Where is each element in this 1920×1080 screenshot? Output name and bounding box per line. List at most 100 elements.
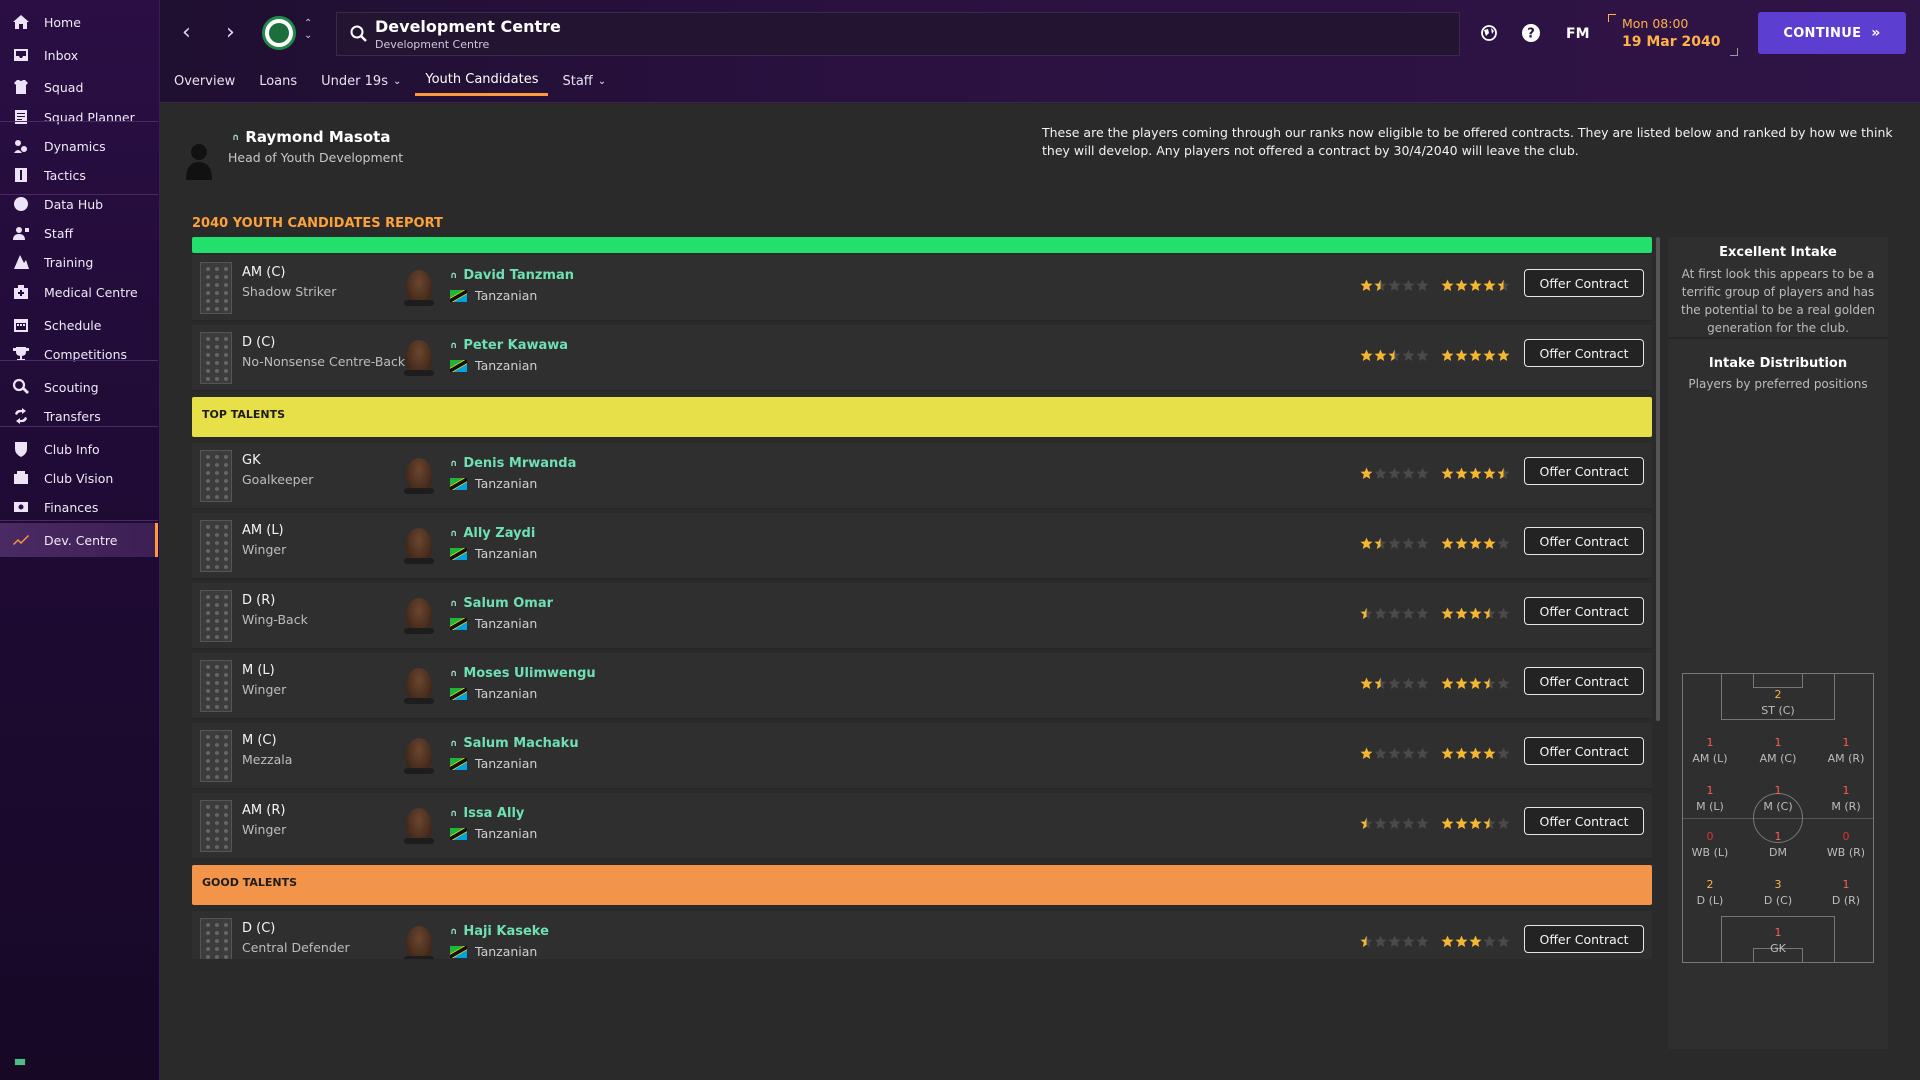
- player-photo[interactable]: [404, 738, 434, 774]
- star-icon: [1402, 745, 1415, 759]
- position-zone-m-l[interactable]: 1 M (L): [1687, 784, 1733, 824]
- intro-text: These are the players coming through our…: [1042, 125, 1893, 158]
- player-name[interactable]: ∩ Ally Zaydi: [450, 526, 535, 541]
- sidebar-item-transfers[interactable]: Transfers: [0, 399, 158, 433]
- player-photo[interactable]: [404, 270, 434, 306]
- player-photo[interactable]: [404, 808, 434, 844]
- position-zone-gk[interactable]: 1 GK: [1755, 926, 1801, 966]
- position-zone-dm[interactable]: 1 DM: [1755, 830, 1801, 870]
- table-row[interactable]: AM (R) Winger ∩ Issa Ally Tanzanian Offer Con…: [192, 793, 1652, 859]
- sidebar-item-label: Training: [44, 254, 94, 270]
- table-row[interactable]: AM (L) Winger ∩ Ally Zaydi Tanzanian Offer Co…: [192, 513, 1652, 579]
- position-zone-d-c[interactable]: 3 D (C): [1755, 878, 1801, 918]
- tab-staff[interactable]: Staff ⌄: [552, 66, 616, 96]
- chevron-down-icon: ⌄: [392, 75, 402, 87]
- help-icon[interactable]: ?: [1520, 22, 1542, 44]
- table-row[interactable]: M (L) Winger ∩ Moses Ulimwengu Tanzanian Offe…: [192, 653, 1652, 719]
- player-photo[interactable]: [404, 598, 434, 634]
- player-name[interactable]: ∩ Issa Ally: [450, 806, 524, 821]
- table-row[interactable]: D (R) Wing-Back ∩ Salum Omar Tanzanian Offer …: [192, 583, 1652, 649]
- player-name[interactable]: ∩ Salum Machaku: [450, 736, 579, 751]
- club-badge-icon[interactable]: [262, 16, 296, 50]
- position-count: 0: [1842, 830, 1850, 843]
- table-row[interactable]: M (C) Mezzala ∩ Salum Machaku Tanzanian Offer…: [192, 723, 1652, 789]
- staff-avatar[interactable]: [184, 140, 214, 180]
- transfers-icon: [10, 405, 32, 427]
- club-info-icon: [10, 438, 32, 460]
- player-nationality: Tanzanian: [450, 616, 537, 631]
- table-row[interactable]: GK Goalkeeper ∩ Denis Mrwanda Tanzanian Offer…: [192, 443, 1652, 509]
- player-photo[interactable]: [404, 926, 434, 959]
- continue-button[interactable]: CONTINUE »: [1758, 12, 1906, 54]
- player-name[interactable]: ∩ Peter Kawawa: [450, 338, 568, 353]
- offer-contract-button[interactable]: Offer Contract: [1524, 527, 1644, 555]
- player-photo[interactable]: [404, 458, 434, 494]
- player-name[interactable]: ∩ David Tanzman: [450, 268, 574, 283]
- position-count: 1: [1842, 784, 1850, 797]
- sidebar-item-home[interactable]: Home: [0, 5, 158, 39]
- sidebar-item-label: Dynamics: [44, 138, 106, 154]
- player-photo[interactable]: [404, 528, 434, 564]
- tab-under-19s[interactable]: Under 19s ⌄: [311, 66, 411, 96]
- world-icon[interactable]: [1478, 22, 1500, 44]
- sidebar-item-squad[interactable]: Squad: [0, 70, 158, 104]
- star-icon: [1455, 347, 1468, 361]
- star-icon: [1441, 605, 1454, 619]
- table-row[interactable]: D (C) Central Defender ∩ Haji Kaseke Tanzani…: [192, 911, 1652, 959]
- position-zone-d-r[interactable]: 1 D (R): [1823, 878, 1869, 918]
- back-arrow-icon[interactable]: ‹: [182, 20, 191, 45]
- sidebar-item-finances[interactable]: Finances: [0, 490, 158, 524]
- player-photo[interactable]: [404, 340, 434, 376]
- position-zone-wb-l[interactable]: 0 WB (L): [1687, 830, 1733, 870]
- position-zone-am-r[interactable]: 1 AM (R): [1823, 736, 1869, 776]
- position-zone-am-l[interactable]: 1 AM (L): [1687, 736, 1733, 776]
- sidebar-item-dev-centre[interactable]: Dev. Centre: [0, 523, 158, 557]
- star-icon: [1360, 675, 1373, 689]
- current-ability-stars: [1360, 465, 1430, 479]
- player-name[interactable]: ∩ Denis Mrwanda: [450, 456, 576, 471]
- date-time: Mon 08:00: [1622, 16, 1689, 31]
- sidebar-item-medical-centre[interactable]: Medical Centre: [0, 275, 158, 309]
- sidebar-item-competitions[interactable]: Competitions: [0, 337, 158, 371]
- tab-youth-candidates[interactable]: Youth Candidates: [415, 66, 549, 96]
- group-band-good-talents: GOOD TALENTS: [192, 865, 1652, 905]
- staff-name[interactable]: ∩ Raymond Masota: [232, 128, 390, 146]
- player-name[interactable]: ∩ Haji Kaseke: [450, 924, 549, 939]
- offer-contract-button[interactable]: Offer Contract: [1524, 667, 1644, 695]
- offer-contract-button[interactable]: Offer Contract: [1524, 339, 1644, 367]
- offer-contract-button[interactable]: Offer Contract: [1524, 597, 1644, 625]
- player-name[interactable]: ∩ Salum Omar: [450, 596, 553, 611]
- table-row[interactable]: AM (C) Shadow Striker ∩ David Tanzman Tanzan…: [192, 255, 1652, 321]
- tab-loans[interactable]: Loans: [249, 66, 307, 96]
- table-row[interactable]: D (C) No-Nonsense Centre-Back ∩ Peter Kawaw…: [192, 325, 1652, 391]
- player-photo[interactable]: [404, 668, 434, 704]
- position-zone-st-c[interactable]: 2 ST (C): [1755, 688, 1801, 728]
- offer-contract-button[interactable]: Offer Contract: [1524, 925, 1644, 953]
- sidebar-item-training[interactable]: Training: [0, 245, 158, 279]
- club-switch-arrows-icon[interactable]: ⌃ ⌄: [304, 18, 312, 42]
- star-icon: [1483, 675, 1496, 689]
- position-zone-d-l[interactable]: 2 D (L): [1687, 878, 1733, 918]
- star-icon: [1483, 745, 1496, 759]
- offer-contract-button[interactable]: Offer Contract: [1524, 807, 1644, 835]
- forward-arrow-icon[interactable]: ›: [226, 20, 235, 45]
- player-name[interactable]: ∩ Moses Ulimwengu: [450, 666, 596, 681]
- offer-contract-button[interactable]: Offer Contract: [1524, 269, 1644, 297]
- offer-contract-button[interactable]: Offer Contract: [1524, 737, 1644, 765]
- offer-contract-button[interactable]: Offer Contract: [1524, 457, 1644, 485]
- tab-overview[interactable]: Overview: [164, 66, 245, 96]
- sidebar-item-inbox[interactable]: Inbox: [0, 38, 158, 72]
- scrollbar[interactable]: [1656, 237, 1660, 721]
- position-zone-am-c[interactable]: 1 AM (C): [1755, 736, 1801, 776]
- date-display[interactable]: Mon 08:00 19 Mar 2040: [1608, 14, 1738, 56]
- sidebar-item-label: Club Vision: [44, 470, 114, 486]
- search-bar[interactable]: Development Centre Development Centre: [336, 12, 1460, 56]
- position-zone-m-r[interactable]: 1 M (R): [1823, 784, 1869, 824]
- position-mini-pitch: [200, 520, 232, 572]
- position-zone-m-c[interactable]: 1 M (C): [1755, 784, 1801, 824]
- fm-menu[interactable]: FM: [1566, 26, 1590, 42]
- position-count: 1: [1774, 830, 1782, 843]
- current-ability-stars: [1360, 745, 1430, 759]
- sidebar-footer-icon[interactable]: [14, 1058, 26, 1066]
- position-zone-wb-r[interactable]: 0 WB (R): [1823, 830, 1869, 870]
